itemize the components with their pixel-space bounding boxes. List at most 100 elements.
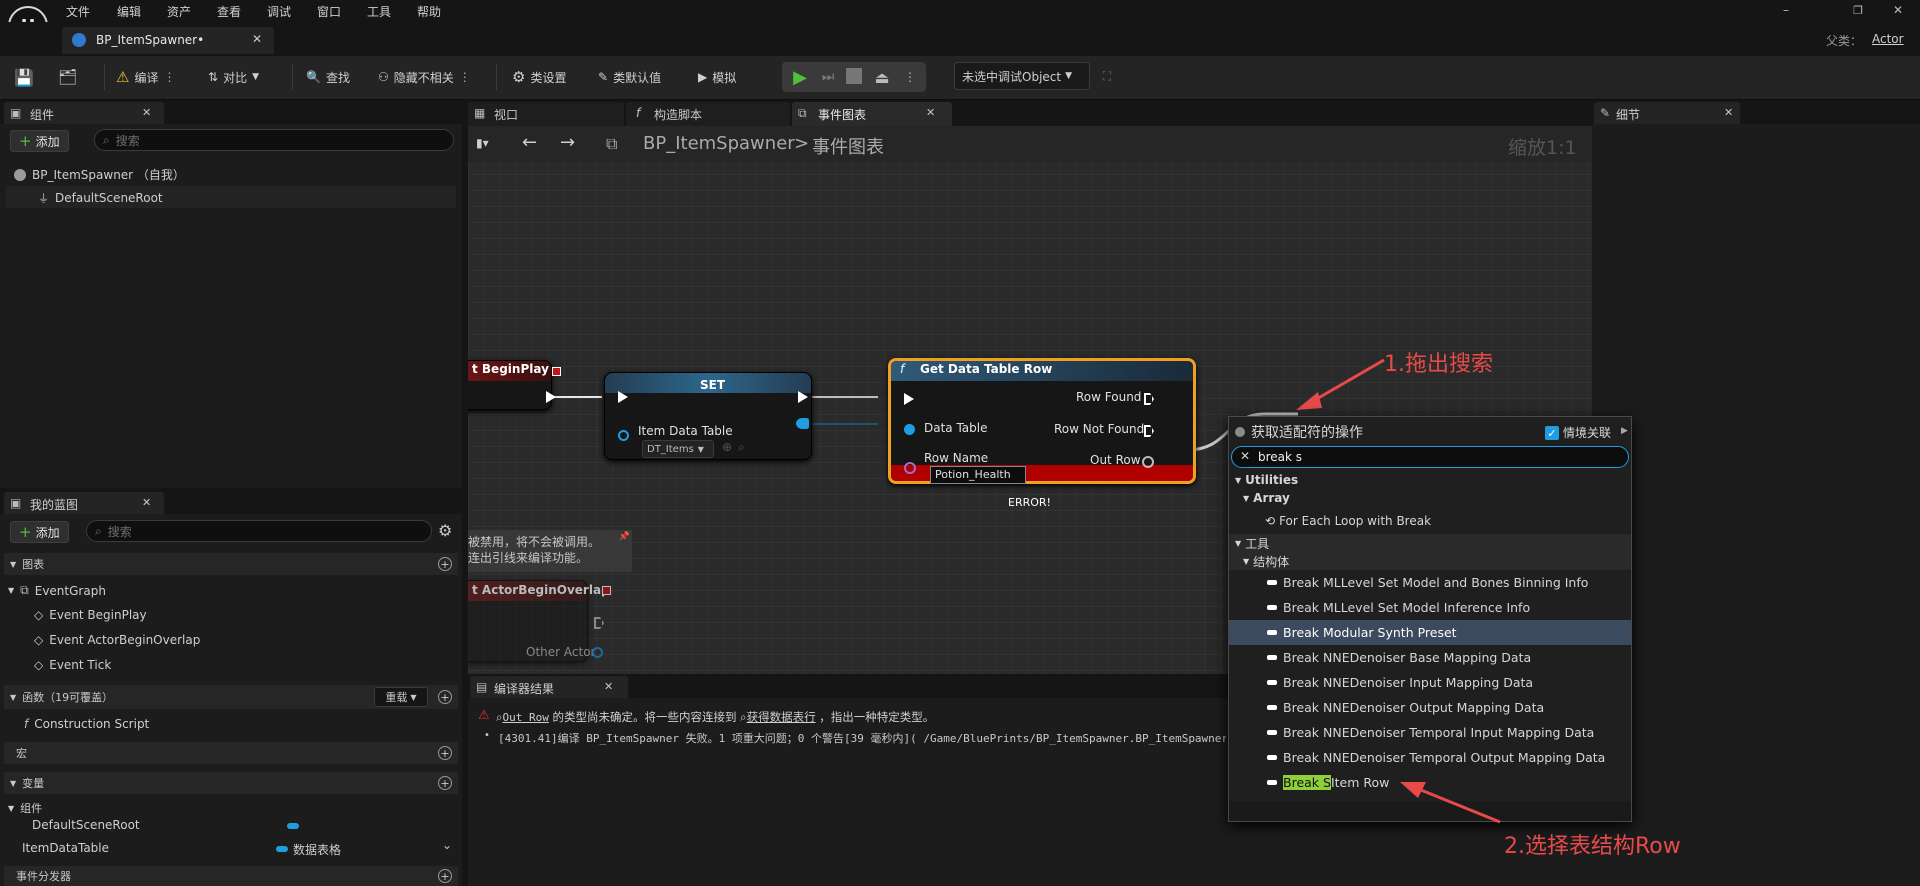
close-window-icon[interactable]: ✕ — [1888, 2, 1908, 18]
chevron-down-icon[interactable]: ⌄ — [442, 838, 452, 852]
row-name-input[interactable]: Potion_Health — [930, 466, 1026, 484]
details-close-icon[interactable]: ✕ — [1724, 106, 1733, 119]
action-break-item[interactable]: Break MLLevel Set Model and Bones Binnin… — [1229, 570, 1631, 595]
menu-edit[interactable]: 编辑 — [117, 3, 141, 20]
popup-search-input[interactable]: ✕ break s — [1231, 446, 1629, 468]
step-icon[interactable]: ⏭ — [818, 66, 838, 88]
clear-search-icon[interactable]: ✕ — [1240, 449, 1250, 463]
menu-view[interactable]: 查看 — [217, 3, 241, 20]
event-graph-item[interactable]: ▼ ⧉ EventGraph — [8, 583, 106, 598]
tab-close-icon[interactable]: ✕ — [926, 106, 935, 119]
data-table-pin[interactable] — [904, 424, 915, 435]
add-macro-icon[interactable]: + — [438, 746, 452, 760]
exec-out-pin[interactable] — [798, 391, 808, 403]
eject-icon[interactable]: ⏏ — [872, 66, 892, 88]
play-icon[interactable]: ▶ — [790, 66, 810, 88]
component-default-scene-root[interactable]: ⏚ DefaultSceneRoot — [38, 190, 163, 206]
my-blueprint-close-icon[interactable]: ✕ — [142, 496, 151, 509]
components-close-icon[interactable]: ✕ — [142, 106, 151, 119]
hide-unrelated-button[interactable]: ⚇ 隐藏不相关 ⋮ — [378, 66, 471, 88]
play-options-icon[interactable]: ⋮ — [904, 66, 916, 88]
diff-button[interactable]: ⇅ 对比 ▼ — [208, 66, 259, 88]
override-dropdown[interactable]: 重载 ▼ — [374, 687, 428, 707]
add-dispatcher-icon[interactable]: + — [438, 869, 452, 883]
variable-item-data-table[interactable]: ItemDataTable — [22, 841, 109, 855]
construction-script-item[interactable]: f Construction Script — [24, 717, 149, 731]
variable-default-scene-root[interactable]: DefaultSceneRoot — [32, 818, 140, 832]
compiler-close-icon[interactable]: ✕ — [604, 680, 613, 693]
event-item-tick[interactable]: ◇ Event Tick — [34, 658, 111, 672]
add-variable-icon[interactable]: + — [438, 776, 452, 790]
tab-viewport[interactable]: ▦ 视口 — [468, 102, 624, 126]
browse-icon[interactable]: 🗂 — [58, 66, 77, 88]
restore-icon[interactable]: ❐ — [1848, 2, 1868, 18]
category-utilities[interactable]: ▼ Utilities — [1229, 471, 1631, 489]
add-function-icon[interactable]: + — [438, 690, 452, 704]
action-break-item[interactable]: Break NNEDenoiser Input Mapping Data — [1229, 670, 1631, 695]
tab-event-graph[interactable]: ⧉ 事件图表 ✕ — [792, 102, 952, 126]
class-settings-button[interactable]: ⚙ 类设置 — [512, 66, 566, 88]
category-struct[interactable]: ▼ 结构体 — [1229, 552, 1631, 570]
out-row-pin[interactable] — [1142, 456, 1154, 468]
exec-in-pin[interactable] — [904, 393, 914, 405]
context-checkbox[interactable]: ✓ — [1545, 426, 1559, 440]
parent-class-link[interactable]: Actor — [1872, 32, 1904, 46]
category-tools[interactable]: ▼ 工具 — [1229, 534, 1631, 552]
variable-category-components[interactable]: ▼ 组件 — [8, 800, 42, 816]
use-selected-icon[interactable]: ⊕ — [722, 440, 732, 454]
debug-filter-icon[interactable]: ⛶ — [1098, 68, 1116, 84]
section-variables[interactable]: ▼ 变量 — [4, 772, 458, 794]
find-button[interactable]: 🔍 查找 — [306, 66, 350, 88]
exec-out-pin[interactable] — [546, 391, 556, 403]
action-break-item[interactable]: Break MLLevel Set Model Inference Info — [1229, 595, 1631, 620]
action-break-item-hovered[interactable]: Break Modular Synth Preset — [1229, 620, 1631, 645]
document-tab[interactable]: BP_ItemSpawner• ✕ — [62, 27, 274, 54]
delegate-pin[interactable] — [552, 367, 561, 376]
my-blueprint-search-input[interactable]: ⌕ 搜索 — [86, 520, 432, 542]
menu-file[interactable]: 文件 — [66, 3, 90, 20]
action-for-each-loop-with-break[interactable]: ⟲ For Each Loop with Break — [1229, 508, 1631, 533]
pin-comment-icon[interactable]: 📌 — [619, 532, 630, 542]
menu-window[interactable]: 窗口 — [317, 3, 341, 20]
event-item-overlap[interactable]: ◇ Event ActorBeginOverlap — [34, 633, 200, 647]
menu-tools[interactable]: 工具 — [367, 3, 391, 20]
add-graph-icon[interactable]: + — [438, 557, 452, 571]
other-actor-pin[interactable] — [592, 647, 603, 658]
action-break-item[interactable]: Break NNEDenoiser Base Mapping Data — [1229, 645, 1631, 670]
row-name-pin[interactable] — [904, 462, 916, 474]
section-dispatchers[interactable]: 事件分发器 — [4, 866, 458, 886]
class-defaults-button[interactable]: ✎ 类默认值 — [598, 66, 661, 88]
section-macros[interactable]: 宏 — [4, 742, 458, 764]
popup-expand-icon[interactable]: ▶ — [1621, 426, 1628, 436]
save-icon[interactable]: 💾 — [14, 66, 34, 88]
section-graphs[interactable]: ▼ 图表 — [4, 553, 458, 575]
settings-gear-icon[interactable]: ⚙ — [438, 521, 452, 540]
category-array[interactable]: ▼ Array — [1229, 489, 1631, 507]
back-arrow-icon[interactable]: ← — [522, 132, 537, 153]
action-break-item[interactable]: Break NNEDenoiser Temporal Output Mappin… — [1229, 745, 1631, 770]
delegate-pin[interactable] — [602, 586, 611, 595]
tab-construction-script[interactable]: f 构造脚本 — [626, 102, 790, 126]
action-break-item[interactable]: Break NNEDenoiser Output Mapping Data — [1229, 695, 1631, 720]
tab-close-icon[interactable]: ✕ — [252, 32, 262, 46]
menu-debug[interactable]: 调试 — [267, 3, 291, 20]
action-break-item[interactable]: Break NNEDenoiser Temporal Input Mapping… — [1229, 720, 1631, 745]
my-blueprint-add-button[interactable]: + 添加 — [10, 521, 69, 543]
bookmark-icon[interactable]: ▮▾ — [476, 136, 489, 150]
breadcrumb-blueprint[interactable]: BP_ItemSpawner — [643, 133, 795, 154]
breadcrumb-graph[interactable]: 事件图表 — [812, 133, 884, 159]
component-root[interactable]: BP_ItemSpawner （自我） — [14, 166, 185, 183]
menu-help[interactable]: 帮助 — [417, 3, 441, 20]
item-data-table-pin[interactable] — [618, 430, 629, 441]
compile-button[interactable]: ⚠ 编译 ⋮ — [116, 66, 175, 88]
forward-arrow-icon[interactable]: → — [560, 132, 575, 153]
simulate-button[interactable]: ▶ 模拟 — [698, 66, 736, 88]
set-output-pin[interactable] — [796, 418, 809, 429]
debug-object-select[interactable]: 未选中调试Object ▼ — [954, 62, 1090, 90]
minimize-icon[interactable]: – — [1776, 2, 1796, 18]
data-table-dropdown[interactable]: DT_Items ▼ — [642, 440, 714, 458]
stop-icon[interactable] — [846, 68, 862, 84]
components-search-input[interactable]: ⌕ 搜索 — [94, 129, 454, 151]
browse-asset-icon[interactable]: ⌕ — [738, 440, 745, 455]
event-item-beginplay[interactable]: ◇ Event BeginPlay — [34, 608, 147, 622]
